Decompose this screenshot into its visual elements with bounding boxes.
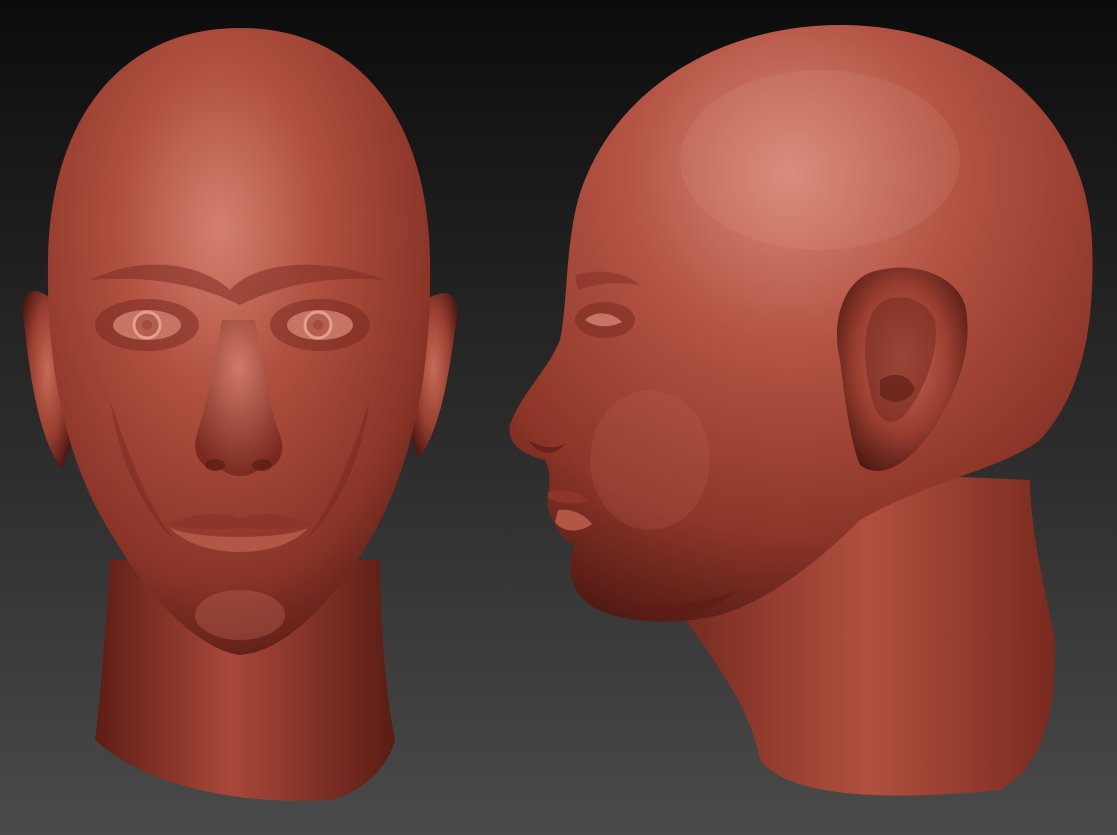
side-head xyxy=(509,25,1093,796)
render-viewport xyxy=(0,0,1117,835)
front-head xyxy=(23,28,457,801)
sculpt-render xyxy=(23,25,1093,801)
